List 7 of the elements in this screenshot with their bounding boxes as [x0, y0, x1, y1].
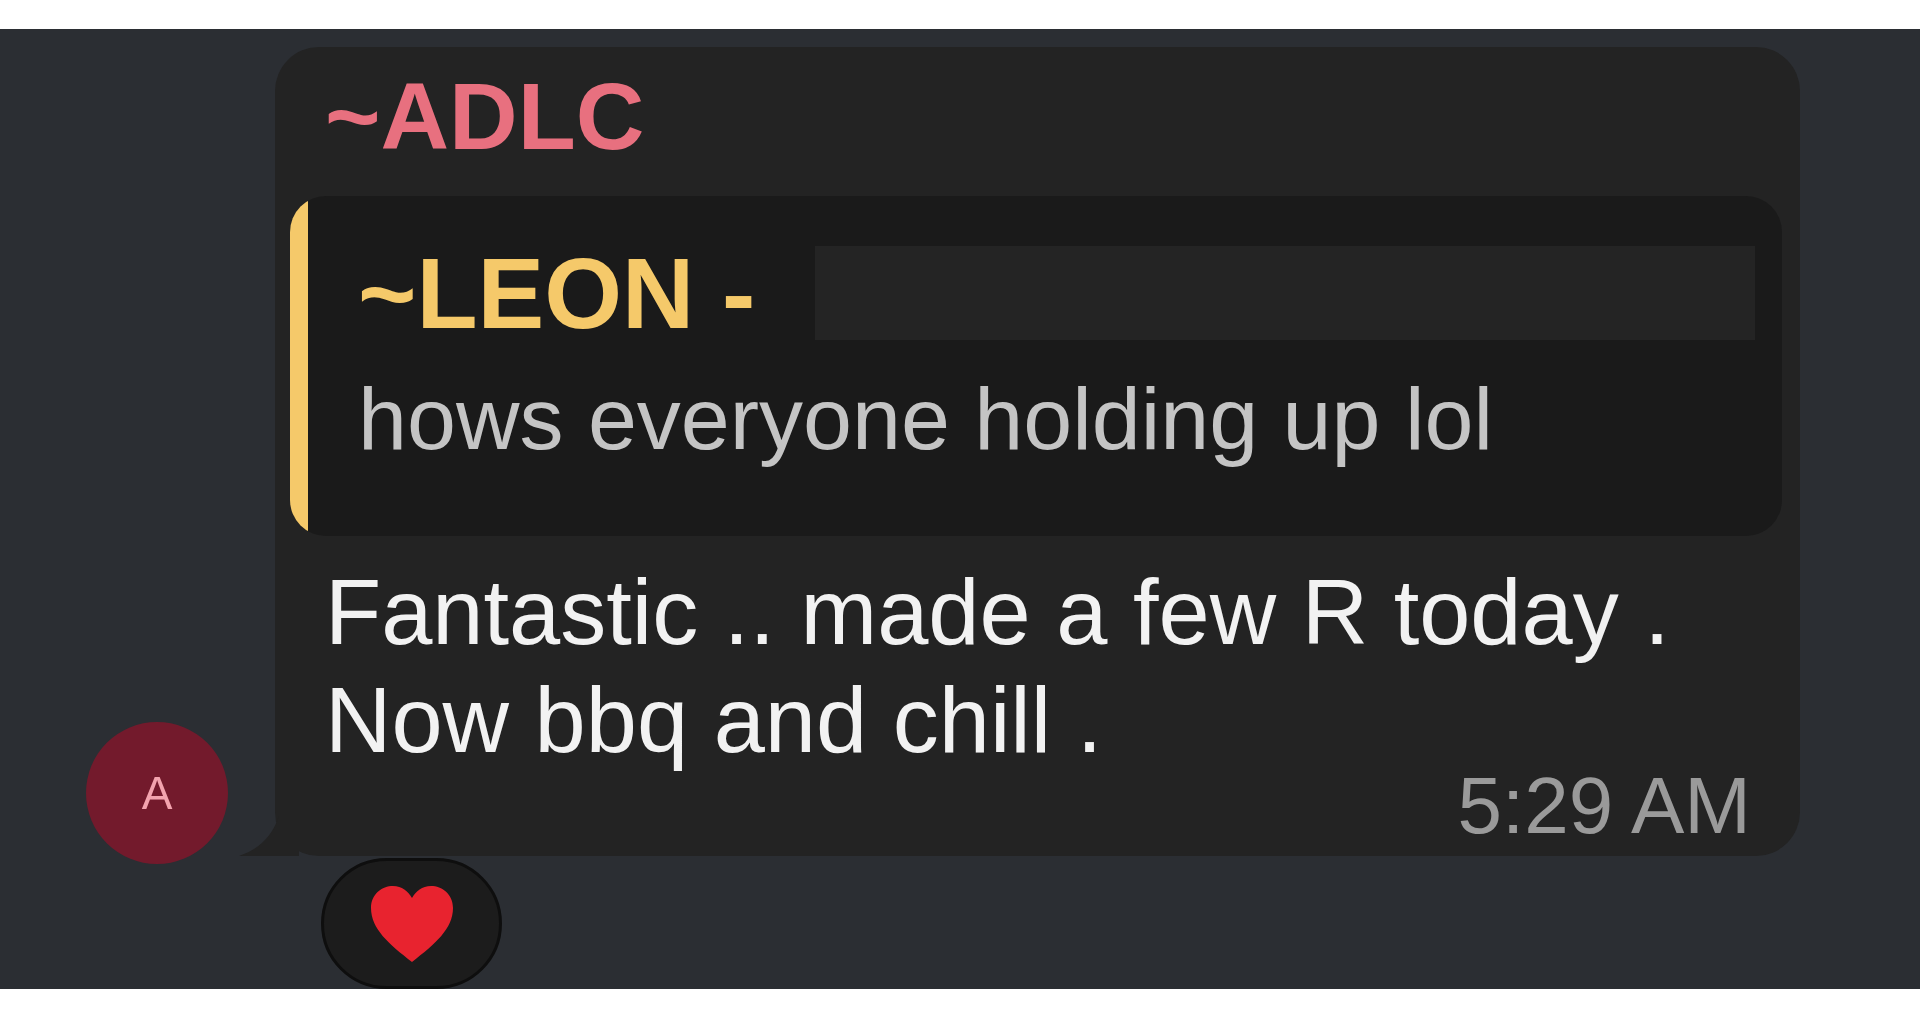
sender-name[interactable]: ~ADLC — [325, 69, 1751, 164]
message-text: Fantastic .. made a few R today . Now bbq and chill . — [325, 560, 1671, 773]
quote-sender: ~LEON - — [358, 243, 756, 343]
avatar[interactable]: A — [86, 722, 228, 864]
reply-quote[interactable]: ~LEON - hows everyone holding up lol — [290, 196, 1782, 536]
message-time: 5:29 AM — [1457, 774, 1751, 838]
heart-icon — [368, 883, 455, 964]
